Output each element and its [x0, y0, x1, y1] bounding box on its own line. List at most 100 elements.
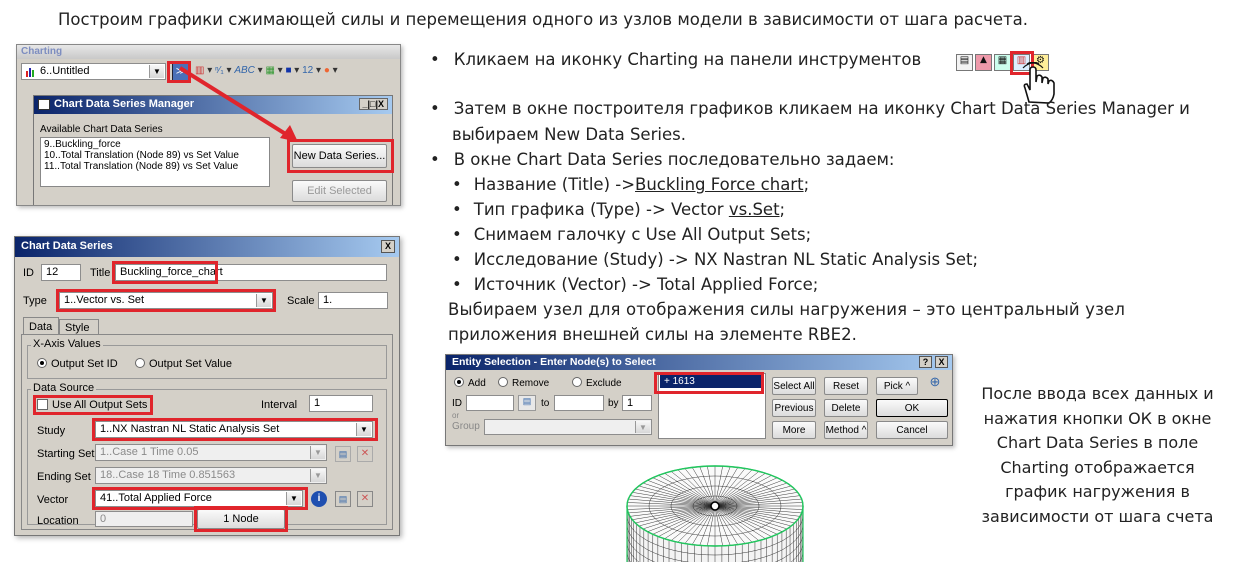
study-label: Study: [37, 425, 66, 437]
close-icon[interactable]: X: [935, 356, 948, 368]
title-field[interactable]: Buckling_force_chart: [115, 264, 387, 281]
type-label: Type: [23, 295, 47, 307]
method-menu-button[interactable]: Method ^: [824, 421, 868, 439]
chevron-down-icon: ▼: [310, 469, 325, 482]
entity-title: Entity Selection - Enter Node(s) to Sele…: [452, 356, 656, 368]
title-label: Title: [90, 267, 111, 279]
xaxis-group-label: X-Axis Values: [31, 338, 103, 350]
or-label: or: [452, 411, 460, 420]
to-label: to: [541, 398, 550, 409]
ending-set-select[interactable]: 18..Case 18 Time 0.851563 ▼: [95, 467, 327, 484]
clear-icon[interactable]: ✕: [357, 491, 373, 507]
ending-set-label: Ending Set: [37, 471, 91, 483]
list-item[interactable]: 11..Total Translation (Node 89) vs Set V…: [44, 161, 266, 172]
bullet-2-line2: выбираем New Data Series.: [452, 125, 686, 144]
charting-titlebar: Charting: [17, 45, 400, 59]
table-icon[interactable]: ▦: [994, 54, 1011, 71]
starting-set-value: 1..Case 1 Time 0.05: [100, 446, 199, 458]
by-label: by: [608, 398, 619, 409]
chevron-down-icon[interactable]: ▼: [149, 65, 164, 78]
group-label: Group: [452, 421, 480, 432]
chart-select[interactable]: 6..Untitled ▼: [21, 63, 166, 80]
bullet-2-text: Затем в окне построителя графиков кликае…: [453, 99, 1190, 118]
study-select-value: 1..NX Nastran NL Static Analysis Set: [100, 423, 280, 435]
pick-icon[interactable]: ▤: [518, 395, 536, 411]
bullet-dot: •: [452, 225, 462, 244]
more-button[interactable]: More: [772, 421, 816, 439]
pick-menu-button[interactable]: Pick ^: [876, 377, 918, 395]
id-field[interactable]: 12: [41, 264, 81, 281]
id-label: ID: [452, 398, 462, 409]
vector-select[interactable]: 41..Total Applied Force ▼: [95, 490, 303, 507]
id-from-field[interactable]: [466, 395, 514, 411]
paragraph-line2: приложения внешней силы на элементе RBE2…: [448, 325, 857, 344]
ok-button[interactable]: OK: [876, 399, 948, 417]
add-radio[interactable]: Add: [454, 377, 486, 389]
output-set-id-radio[interactable]: Output Set ID: [37, 358, 118, 370]
list-item[interactable]: 10..Total Translation (Node 89) vs Set V…: [44, 150, 266, 161]
interval-field[interactable]: 1: [309, 395, 373, 412]
use-all-checkbox[interactable]: Use All Output Sets: [37, 399, 147, 411]
id-by-field[interactable]: 1: [622, 395, 652, 411]
bullet-dot: •: [452, 175, 462, 194]
layout-icon[interactable]: ▤: [956, 54, 973, 71]
cancel-button[interactable]: Cancel: [876, 421, 948, 439]
edit-selected-button[interactable]: Edit Selected: [292, 180, 387, 202]
list-pick-icon[interactable]: ▤: [335, 491, 351, 507]
chevron-down-icon[interactable]: ▼: [356, 423, 371, 436]
selection-list[interactable]: + 1613: [658, 373, 766, 439]
location-field: 0: [95, 511, 193, 527]
available-series-label: Available Chart Data Series: [40, 124, 163, 135]
window-controls[interactable]: _|□|X: [358, 98, 388, 110]
color-icon[interactable]: ●: [324, 65, 330, 76]
group-select[interactable]: ▼: [484, 419, 652, 435]
list-pick-icon[interactable]: ▤: [335, 446, 351, 462]
bullet-dot: •: [452, 250, 462, 269]
reset-button[interactable]: Reset: [824, 377, 868, 395]
output-set-value-radio[interactable]: Output Set Value: [135, 358, 232, 370]
sub-bullet-4: • Исследование (Study) -> NX Nastran NL S…: [452, 250, 979, 269]
tab-data[interactable]: Data: [23, 317, 59, 335]
bullet-1: • Кликаем на иконку Charting на панели ин…: [430, 50, 921, 69]
previous-button[interactable]: Previous: [772, 399, 816, 417]
ending-set-value: 18..Case 18 Time 0.851563: [100, 469, 236, 481]
bullet-dot: •: [430, 150, 440, 169]
vector-select-value: 41..Total Applied Force: [100, 492, 212, 504]
node-select-button[interactable]: 1 Node: [197, 509, 285, 529]
starting-set-select[interactable]: 1..Case 1 Time 0.05 ▼: [95, 444, 327, 461]
side-caption: После ввода всех данных и нажатия кнопки…: [981, 384, 1214, 526]
bullet-dot: •: [430, 50, 440, 69]
chevron-down-icon[interactable]: ▼: [286, 492, 301, 505]
remove-radio[interactable]: Remove: [498, 377, 549, 389]
list-item[interactable]: + 1613: [660, 375, 764, 388]
data-source-label: Data Source: [31, 382, 97, 394]
model-icon[interactable]: ▲: [975, 54, 992, 71]
select-all-button[interactable]: Select All: [772, 377, 816, 395]
id-to-field[interactable]: [554, 395, 604, 411]
chevron-down-icon: ▼: [635, 421, 650, 433]
clear-icon[interactable]: ✕: [357, 446, 373, 462]
chevron-down-icon: ▼: [310, 446, 325, 459]
close-icon[interactable]: X: [381, 240, 395, 253]
pick-cursor-icon[interactable]: ⊕: [924, 374, 946, 394]
cds-title: Chart Data Series: [21, 240, 113, 252]
info-icon[interactable]: i: [311, 491, 327, 507]
type-select[interactable]: 1..Vector vs. Set ▼: [59, 292, 273, 309]
bullet-dot: •: [452, 275, 462, 294]
mesh-cylinder-image: [626, 465, 804, 562]
chart-data-series-dialog: Chart Data Series X ID 12 Title Buckling…: [14, 236, 400, 536]
type-select-value: 1..Vector vs. Set: [64, 294, 145, 306]
delete-button[interactable]: Delete: [824, 399, 868, 417]
tab-style[interactable]: Style: [59, 319, 99, 335]
arrow-icon: [178, 66, 298, 142]
chevron-down-icon[interactable]: ▼: [256, 294, 271, 307]
study-select[interactable]: 1..NX Nastran NL Static Analysis Set ▼: [95, 421, 373, 438]
exclude-radio[interactable]: Exclude: [572, 377, 622, 389]
paragraph-line1: Выбираем узел для отображения силы нагру…: [448, 300, 1126, 319]
chart-select-value: 6..Untitled: [40, 65, 90, 77]
scale-field[interactable]: 1.: [318, 292, 388, 309]
sub-bullet-5: • Источник (Vector) -> Total Applied Forc…: [452, 275, 819, 294]
help-icon[interactable]: ?: [919, 356, 932, 368]
entity-titlebar: Entity Selection - Enter Node(s) to Sele…: [446, 355, 952, 370]
sub-bullet-3: • Снимаем галочку с Use All Output Sets;: [452, 225, 812, 244]
